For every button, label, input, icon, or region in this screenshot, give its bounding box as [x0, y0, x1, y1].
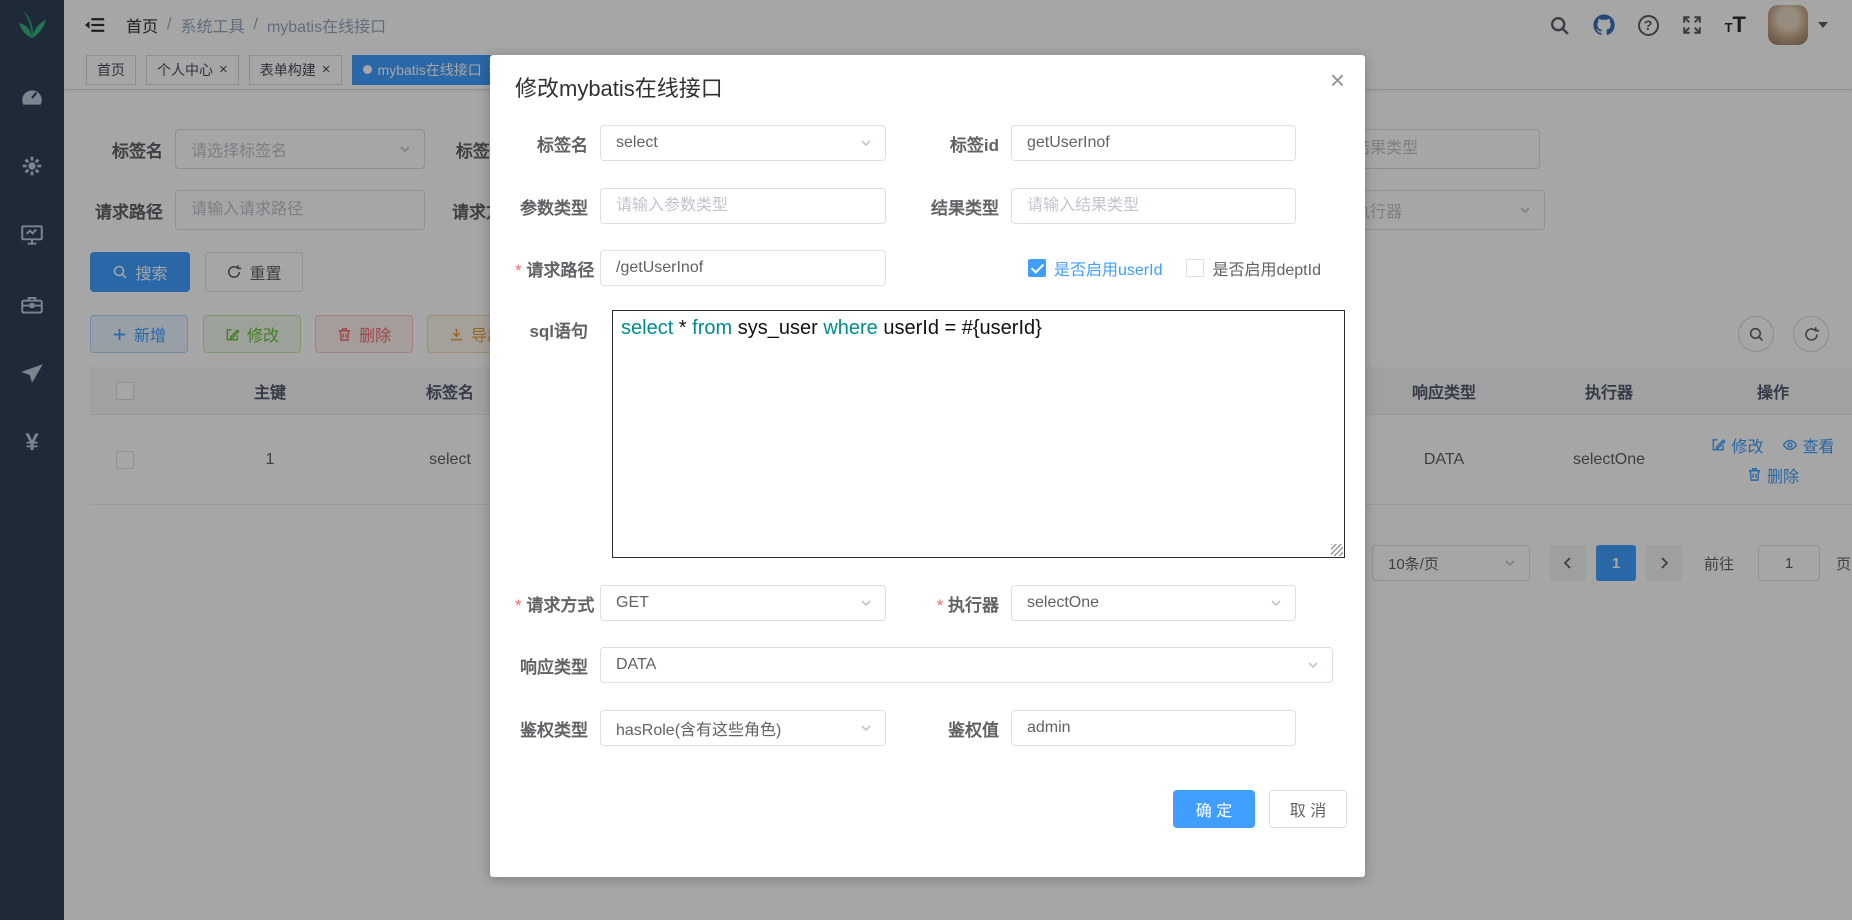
result-type-input[interactable] — [1011, 188, 1296, 224]
sql-label: sql语句 — [515, 317, 600, 342]
param-type-label: 参数类型 — [515, 194, 600, 219]
request-path-input[interactable] — [600, 250, 886, 286]
dialog-title: 修改mybatis在线接口 — [515, 71, 723, 103]
auth-type-label: 鉴权类型 — [515, 716, 600, 741]
tag-name-select[interactable]: select — [600, 125, 886, 161]
dialog-footer: 确 定 取 消 — [1173, 790, 1347, 828]
dialog-row-path: 请求路径 是否启用userId 是否启用deptId — [515, 250, 1347, 286]
dialog-close-icon[interactable]: × — [1330, 67, 1345, 93]
chevron-down-icon — [1269, 596, 1283, 610]
chevron-down-icon — [859, 596, 873, 610]
request-path-label: 请求路径 — [515, 256, 600, 281]
result-type-label: 结果类型 — [886, 194, 1011, 219]
executor-select[interactable]: selectOne — [1011, 585, 1296, 621]
confirm-button[interactable]: 确 定 — [1173, 790, 1255, 828]
dialog-row-response: 响应类型 DATA — [515, 647, 1347, 683]
enable-checkbox-group: 是否启用userId 是否启用deptId — [1028, 256, 1321, 280]
edit-dialog: 修改mybatis在线接口 × 标签名 select 标签id 参数类型 结果类… — [490, 55, 1365, 877]
enable-deptid-checkbox[interactable]: 是否启用deptId — [1186, 256, 1321, 280]
chevron-down-icon — [1306, 658, 1320, 672]
param-type-input[interactable] — [600, 188, 886, 224]
resize-handle[interactable] — [1331, 544, 1343, 556]
tag-id-input[interactable] — [1011, 125, 1296, 161]
request-method-select[interactable]: GET — [600, 585, 886, 621]
chevron-down-icon — [859, 721, 873, 735]
auth-value-label: 鉴权值 — [886, 716, 1011, 741]
dialog-row-tag: 标签名 select 标签id — [515, 125, 1347, 161]
auth-type-select[interactable]: hasRole(含有这些角色) — [600, 710, 886, 746]
dialog-row-method: 请求方式 GET 执行器 selectOne — [515, 585, 1347, 621]
app-window: ¥ 首页 / 系统工具 / mybatis在线接口 — [0, 0, 1852, 920]
dialog-row-auth: 鉴权类型 hasRole(含有这些角色) 鉴权值 — [515, 710, 1347, 746]
response-type-label: 响应类型 — [515, 653, 600, 678]
enable-userid-checkbox[interactable]: 是否启用userId — [1028, 256, 1162, 280]
dialog-row-types: 参数类型 结果类型 — [515, 188, 1347, 224]
response-type-select[interactable]: DATA — [600, 647, 1333, 683]
chevron-down-icon — [859, 136, 873, 150]
checkbox-checked-icon — [1028, 259, 1046, 277]
executor-label: 执行器 — [886, 591, 1011, 616]
checkbox-unchecked-icon — [1186, 259, 1204, 277]
tag-id-label: 标签id — [886, 131, 1011, 156]
auth-value-input[interactable] — [1011, 710, 1296, 746]
tag-name-label: 标签名 — [515, 131, 600, 156]
request-method-label: 请求方式 — [515, 591, 600, 616]
cancel-button[interactable]: 取 消 — [1269, 790, 1347, 828]
sql-editor[interactable]: select * from sys_user where userId = #{… — [612, 310, 1345, 558]
